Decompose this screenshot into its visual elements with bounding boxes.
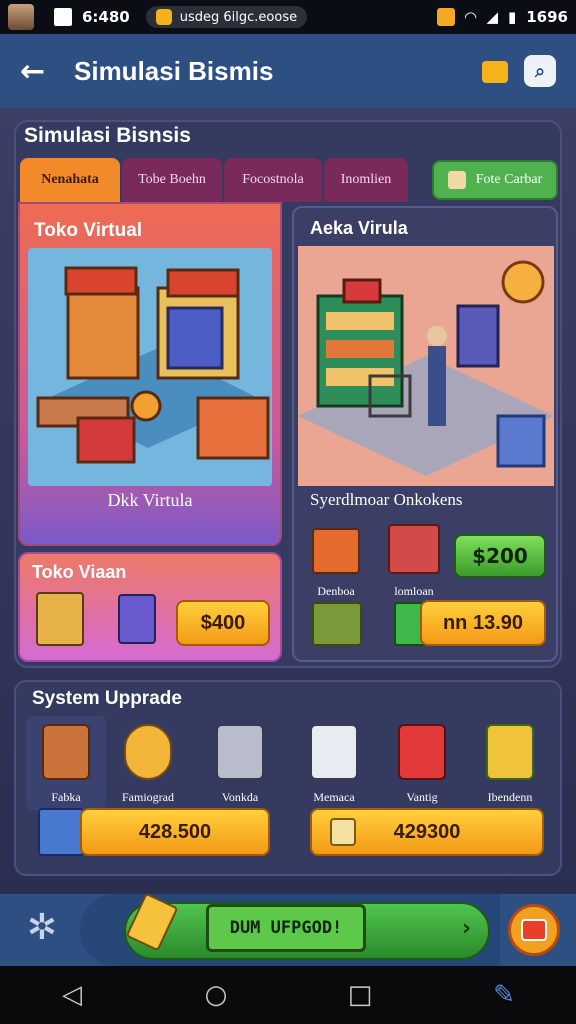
cup-icon [398, 724, 446, 780]
battery-text: 1696 [526, 8, 568, 26]
store-subtitle: Syerdlmoar Onkokens [310, 490, 463, 509]
upgrade-item-memaca[interactable]: Memaca [294, 716, 374, 810]
box-icon [36, 592, 84, 646]
notification-chip[interactable]: usdeg 6ilgc.eoose [145, 6, 308, 28]
upgrade-item-famiograd[interactable]: Famiograd [108, 716, 188, 810]
nav-back-icon[interactable]: ◁ [42, 980, 102, 1010]
upgrade-item-label: Ibendenn [487, 790, 533, 804]
crate-icon [42, 724, 90, 780]
tab-tobe-boehn[interactable]: Tobe Boehn [122, 158, 222, 202]
cube-stack-icon [486, 724, 534, 780]
server-icon [310, 724, 358, 780]
price-400-button[interactable]: $400 [176, 600, 270, 646]
foto-button-label: Fote Carbar [475, 172, 543, 187]
app-icon [155, 9, 172, 25]
upgrade-item-label: Vonkda [221, 790, 259, 804]
upgrade-item-label: Memaca [313, 790, 355, 804]
system-upgrade-title: System Upprade [32, 688, 182, 709]
store-card-virtual[interactable]: Toko Virtual Dkk Virtula [18, 202, 282, 546]
status-bar: 6:480 usdeg 6ilgc.eoose ◠ ◢ ▮ 1696 [0, 0, 576, 34]
store-card-title: Toko Virtual [34, 220, 143, 241]
upgrade-item-label: Vantig [406, 790, 438, 804]
gift-icon [447, 171, 466, 189]
item-label-denboa: Denboa [317, 584, 355, 598]
notification-text: usdeg 6ilgc.eoose [179, 9, 298, 25]
upgrade-item-vantig[interactable]: Vantig [382, 716, 462, 810]
photo-icon [54, 8, 72, 26]
upgrade-price-left-button[interactable]: 428.500 [80, 808, 270, 856]
book-icon [38, 808, 84, 856]
store-card-title: Toko Viaan [32, 562, 127, 582]
supermarket-illustration [298, 246, 554, 486]
tab-inomlien[interactable]: Inomlien [324, 158, 408, 202]
nav-home-icon[interactable]: ○ [186, 980, 246, 1010]
upgrade-item-label: Fabka [51, 790, 81, 804]
page-title: Simulasi Bismis [74, 55, 274, 86]
tab-focostnola[interactable]: Focostnola [224, 158, 322, 202]
supermarket-scene [298, 246, 554, 486]
store-illustration [28, 248, 272, 486]
gold-coin-icon [124, 724, 172, 780]
nav-extra-icon[interactable]: ✎ [474, 980, 534, 1010]
item-label-lomloan: lomloan [394, 584, 434, 598]
status-icons: ◠ ◢ ▮ 1696 [436, 8, 568, 26]
basket-icon [312, 528, 360, 574]
store-caption: Dkk Virtula [107, 490, 193, 510]
package-icon [118, 594, 156, 644]
shop-button[interactable] [508, 904, 560, 956]
buy-200-button[interactable]: $200 [454, 534, 546, 578]
search-icon[interactable]: ⌕ [524, 55, 556, 87]
produce-crate-icon [312, 602, 362, 646]
chevron-right-icon: › [462, 916, 472, 941]
upgrade-button-label: DUM UFPGOD! [206, 904, 366, 952]
store-card-title: Aeka Virula [310, 218, 408, 238]
wifi-icon: ◠ [464, 8, 477, 26]
upgrade-item-label: Famiograd [122, 790, 174, 804]
upgrade-item-fabka[interactable]: Fabka [26, 716, 106, 810]
back-button[interactable]: ← [20, 54, 60, 89]
tab-nenahata[interactable]: Nenahata [20, 158, 120, 202]
price-13-90-button[interactable]: nn 13.90 [420, 600, 546, 646]
avatar-icon [8, 4, 34, 30]
app-badge-icon [436, 8, 455, 26]
game-screen: 6:480 usdeg 6ilgc.eoose ◠ ◢ ▮ 1696 ← Sim… [0, 0, 576, 1024]
system-nav-bar: ◁ ○ □ ✎ [0, 966, 576, 1024]
panel-title: Simulasi Bisnsis [24, 124, 191, 147]
box-icon [330, 818, 356, 846]
gear-icon[interactable]: ✲ [20, 906, 64, 950]
shop-icon [521, 919, 547, 941]
mail-icon[interactable] [482, 61, 508, 83]
shop-booth-illustration [28, 248, 272, 486]
clock-text: 6:480 [82, 8, 130, 26]
app-bar-actions: ⌕ [482, 55, 556, 87]
nav-recents-icon[interactable]: □ [330, 980, 390, 1010]
cart-icon [388, 524, 440, 574]
upgrade-item-ibendenn[interactable]: Ibendenn [470, 716, 550, 810]
signal-icon: ◢ [486, 8, 498, 26]
machine-icon [216, 724, 264, 780]
foto-carbar-button[interactable]: Fote Carbar [432, 160, 558, 200]
battery-icon: ▮ [507, 8, 517, 26]
app-bar: ← Simulasi Bismis ⌕ [0, 34, 576, 108]
upgrade-item-vonkda[interactable]: Vonkda [200, 716, 280, 810]
